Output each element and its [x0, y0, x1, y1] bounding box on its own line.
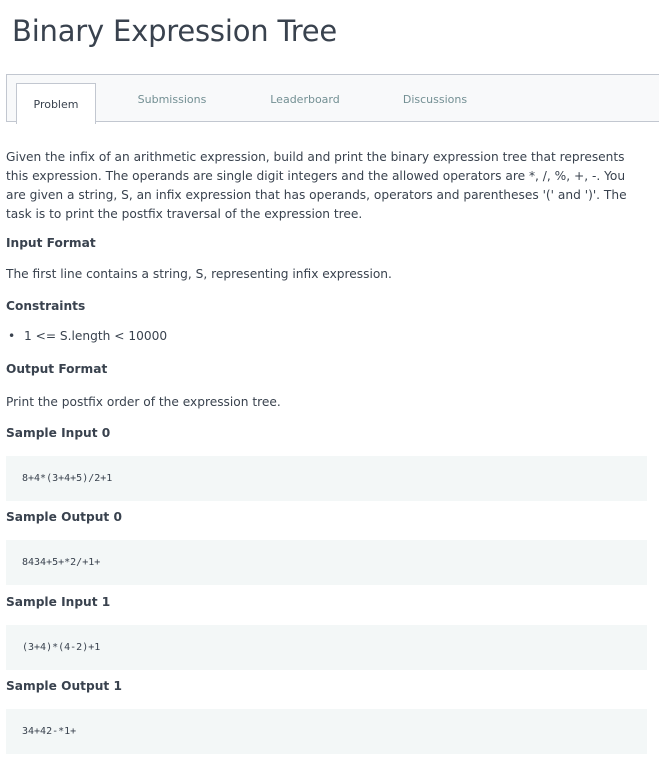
sample-input-1-code: (3+4)*(4-2)+1	[6, 625, 647, 670]
page-title: Binary Expression Tree	[12, 14, 338, 48]
constraint-item: • 1 <= S.length < 10000	[6, 329, 167, 343]
tab-leaderboard[interactable]: Leaderboard	[260, 75, 350, 123]
tab-problem[interactable]: Problem	[16, 83, 96, 124]
sample-output-1-code: 34+42-*1+	[6, 709, 647, 754]
sample-output-1-heading: Sample Output 1	[6, 679, 122, 693]
sample-output-0-heading: Sample Output 0	[6, 510, 122, 524]
bullet-icon: •	[8, 329, 16, 343]
problem-description: Given the infix of an arithmetic express…	[6, 150, 627, 221]
tab-discussions[interactable]: Discussions	[390, 75, 480, 123]
sample-input-0-code: 8+4*(3+4+5)/2+1	[6, 456, 647, 501]
output-format-text: Print the postfix order of the expressio…	[6, 395, 281, 409]
sample-input-1-heading: Sample Input 1	[6, 595, 111, 609]
input-format-heading: Input Format	[6, 236, 96, 250]
sample-input-0-heading: Sample Input 0	[6, 426, 111, 440]
sample-output-0-code: 8434+5+*2/+1+	[6, 540, 647, 585]
constraints-heading: Constraints	[6, 299, 86, 313]
output-format-heading: Output Format	[6, 362, 108, 376]
input-format-text: The first line contains a string, S, rep…	[6, 267, 392, 281]
constraint-text: 1 <= S.length < 10000	[24, 329, 168, 343]
tab-submissions[interactable]: Submissions	[132, 75, 212, 123]
tab-bar: Problem Submissions Leaderboard Discussi…	[6, 74, 659, 124]
